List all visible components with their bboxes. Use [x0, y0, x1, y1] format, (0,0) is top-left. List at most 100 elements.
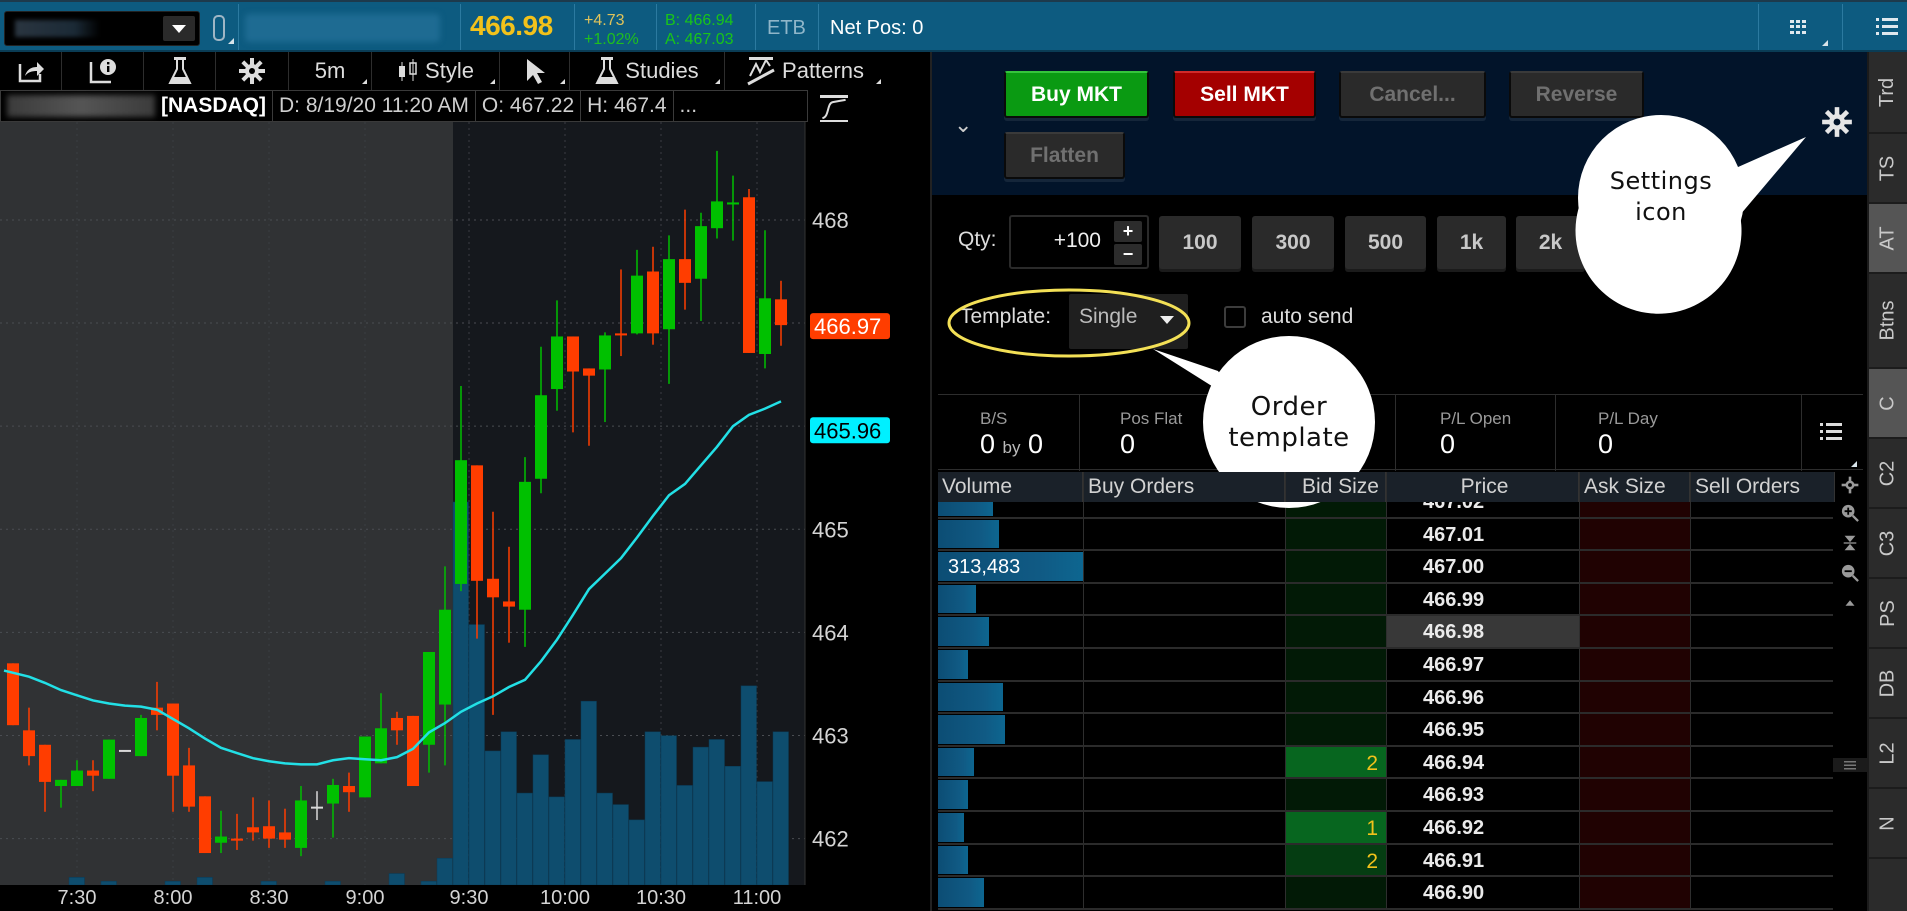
rail-tab-n[interactable]: N [1869, 789, 1907, 859]
header-sell-orders[interactable]: Sell Orders [1690, 472, 1835, 502]
auto-send-checkbox[interactable] [1224, 306, 1246, 328]
ladder-row[interactable]: 467.01 [938, 518, 1835, 552]
price-chart[interactable]: 462 463 464 465 468 466.97 465.96 [0, 122, 930, 885]
ladder-settings-icon[interactable] [1841, 476, 1859, 494]
candle[interactable] [119, 749, 131, 752]
position-menu-button[interactable] [1802, 395, 1863, 471]
sell-order-cell[interactable] [1690, 877, 1835, 908]
ladder-row[interactable]: 2 466.94 [938, 746, 1835, 780]
buy-mkt-button[interactable]: Buy MKT [1004, 71, 1149, 118]
buy-order-cell[interactable] [1083, 502, 1285, 517]
ladder-row[interactable]: 466.98 [938, 616, 1835, 649]
ask-size-cell[interactable] [1579, 502, 1690, 517]
rail-tab-ps[interactable]: PS [1869, 579, 1907, 649]
rail-tab-c[interactable]: C [1869, 369, 1907, 439]
rail-tab-at[interactable]: AT [1869, 204, 1907, 274]
sell-order-cell[interactable] [1690, 551, 1835, 582]
ladder-row[interactable]: 467.02 [938, 502, 1835, 519]
symbol-dropdown-icon[interactable] [163, 16, 195, 41]
qty-preset-2k[interactable]: 2k [1516, 216, 1585, 269]
rail-tab-ts[interactable]: TS [1869, 134, 1907, 204]
ask-size-cell[interactable] [1579, 746, 1690, 778]
rail-tab-db[interactable]: DB [1869, 649, 1907, 719]
ladder-row[interactable]: 313,483 467.00 [938, 551, 1835, 584]
sell-order-cell[interactable] [1690, 502, 1835, 517]
drawing-tool-icon[interactable] [818, 94, 850, 124]
ladder-row[interactable]: 1 466.92 [938, 812, 1835, 845]
ask-size-cell[interactable] [1579, 714, 1690, 745]
rail-tab-trd[interactable]: Trd [1869, 52, 1907, 134]
qty-preset-100[interactable]: 100 [1159, 216, 1241, 269]
header-price[interactable]: Price [1386, 472, 1579, 502]
chart-settings-button[interactable] [216, 52, 289, 90]
rail-tab-btns[interactable]: Btns [1869, 274, 1907, 369]
scroll-up-icon[interactable] [1841, 594, 1859, 612]
ask-size-cell[interactable] [1579, 583, 1690, 615]
ask-size-cell[interactable] [1579, 877, 1690, 908]
rail-tab-l2[interactable]: L2 [1869, 719, 1907, 789]
grid-menu-icon[interactable] [1790, 20, 1808, 34]
buy-order-cell[interactable] [1083, 649, 1285, 680]
ladder-row[interactable]: 466.95 [938, 714, 1835, 747]
header-ask-size[interactable]: Ask Size [1579, 472, 1690, 502]
collapse-chevron-icon[interactable]: ⌄ [954, 112, 972, 138]
list-menu-icon[interactable] [1876, 16, 1900, 38]
buy-order-cell[interactable] [1083, 616, 1285, 647]
ask-size-cell[interactable] [1579, 681, 1690, 713]
buy-order-cell[interactable] [1083, 518, 1285, 550]
rail-tab-c2[interactable]: C2 [1869, 439, 1907, 509]
buy-order-cell[interactable] [1083, 714, 1285, 745]
share-button[interactable] [0, 52, 62, 90]
rail-tab-c3[interactable]: C3 [1869, 509, 1907, 579]
cursor-dropdown[interactable] [500, 52, 570, 90]
candle[interactable] [359, 736, 371, 798]
header-buy-orders[interactable]: Buy Orders [1083, 472, 1285, 502]
zoom-out-icon[interactable] [1841, 564, 1859, 582]
template-dropdown[interactable]: Single [1069, 294, 1188, 349]
candle[interactable] [199, 796, 211, 854]
bid-size-cell[interactable] [1285, 616, 1386, 647]
sell-order-cell[interactable] [1690, 583, 1835, 615]
symbol-input[interactable] [4, 11, 200, 46]
ladder-row[interactable]: 466.90 [938, 877, 1835, 910]
bid-size-cell[interactable] [1285, 681, 1386, 713]
buy-order-cell[interactable] [1083, 681, 1285, 713]
sell-order-cell[interactable] [1690, 681, 1835, 713]
quantity-stepper[interactable]: +100 + − [1009, 215, 1149, 269]
cancel-button[interactable]: Cancel... [1339, 71, 1486, 118]
settings-gear-icon[interactable] [1821, 106, 1853, 138]
ladder-row[interactable]: 466.97 [938, 649, 1835, 682]
sell-order-cell[interactable] [1690, 714, 1835, 745]
sell-order-cell[interactable] [1690, 616, 1835, 647]
ask-size-cell[interactable] [1579, 812, 1690, 843]
candle[interactable] [743, 189, 755, 353]
zoom-in-icon[interactable] [1841, 504, 1859, 522]
style-dropdown[interactable]: Style [372, 52, 500, 90]
bid-size-cell[interactable] [1285, 779, 1386, 810]
ask-size-cell[interactable] [1579, 779, 1690, 810]
ask-size-cell[interactable] [1579, 551, 1690, 582]
buy-order-cell[interactable] [1083, 583, 1285, 615]
studies-dropdown[interactable]: Studies [570, 52, 725, 90]
qty-increment-button[interactable]: + [1114, 221, 1142, 242]
buy-order-cell[interactable] [1083, 746, 1285, 778]
sell-mkt-button[interactable]: Sell MKT [1173, 71, 1316, 118]
buy-order-cell[interactable] [1083, 812, 1285, 843]
flatten-button[interactable]: Flatten [1004, 132, 1125, 179]
qty-preset-300[interactable]: 300 [1252, 216, 1334, 269]
bid-size-cell[interactable] [1285, 502, 1386, 517]
candle[interactable] [135, 714, 147, 757]
candle[interactable] [103, 739, 115, 779]
flask-button[interactable] [144, 52, 216, 90]
bid-size-cell[interactable] [1285, 877, 1386, 908]
buy-order-cell[interactable] [1083, 551, 1285, 582]
ask-size-cell[interactable] [1579, 616, 1690, 647]
ladder-row[interactable]: 466.93 [938, 779, 1835, 812]
bid-size-cell[interactable] [1285, 518, 1386, 550]
link-icon[interactable] [213, 15, 225, 41]
buy-order-cell[interactable] [1083, 779, 1285, 810]
info-button[interactable] [62, 52, 144, 90]
sell-order-cell[interactable] [1690, 812, 1835, 843]
buy-order-cell[interactable] [1083, 877, 1285, 908]
qty-preset-500[interactable]: 500 [1345, 216, 1426, 269]
